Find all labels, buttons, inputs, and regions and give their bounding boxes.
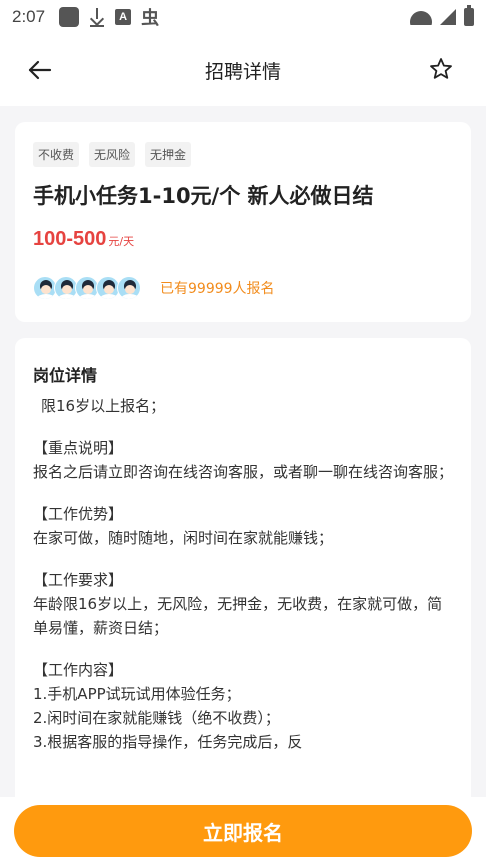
tag-no-fee: 不收费: [33, 142, 80, 167]
status-time: 2:07: [12, 7, 46, 26]
job-title: 手机小任务1-10元/个 新人必做日结: [33, 184, 374, 208]
square-icon: [59, 7, 80, 27]
tag-list: 不收费 无风险 无押金: [33, 142, 192, 167]
status-icons-left: A 虫: [59, 4, 159, 30]
salary: 100-500 元/天: [33, 228, 134, 251]
page-title: 招聘详情: [204, 60, 281, 83]
avatar-group: [33, 276, 141, 300]
tag-no-deposit: 无押金: [145, 142, 192, 167]
detail-advantages: 在家可做，随时随地，闲时间在家就能赚钱；: [33, 529, 334, 547]
salary-value: 100-500: [33, 228, 107, 250]
a-icon: A: [115, 9, 132, 25]
bug-icon: 虫: [141, 8, 160, 29]
applicant-count: 已有99999人报名: [160, 281, 275, 297]
detail-content-item-3: 3.根据客服的指导操作，任务完成后，反: [33, 733, 303, 751]
battery-icon: [464, 5, 474, 26]
apply-button[interactable]: 立即报名: [14, 805, 472, 857]
detail-heading-key-notes: 【重点说明】: [33, 439, 124, 457]
job-detail-card: 岗位详情 限16岁以上报名； 【重点说明】 报名之后请立即咨询在线咨询客服，或者…: [15, 338, 471, 864]
signal-icon: [440, 9, 456, 25]
back-button[interactable]: [26, 58, 54, 82]
detail-key-notes: 报名之后请立即咨询在线咨询客服，或者聊一聊在线咨询客服；: [33, 463, 454, 481]
wifi-icon: [410, 9, 432, 25]
detail-content-item-2: 2.闲时间在家就能赚钱（绝不收费）；: [33, 709, 280, 727]
detail-heading-content: 【工作内容】: [33, 661, 124, 679]
detail-heading-advantages: 【工作优势】: [33, 505, 124, 523]
detail-requirements: 年龄限16岁以上，无风险，无押金，无收费，在家就可做，简单易懂，薪资日结；: [33, 595, 443, 637]
salary-unit: 元/天: [108, 235, 135, 248]
tag-no-risk: 无风险: [89, 142, 136, 167]
detail-body: 限16岁以上报名； 【重点说明】 报名之后请立即咨询在线咨询客服，或者聊一聊在线…: [33, 394, 453, 754]
status-bar: 2:07 A 虫: [0, 0, 486, 34]
arrow-left-icon: [28, 60, 52, 80]
avatar: [117, 276, 141, 300]
job-summary-card: 不收费 无风险 无押金 手机小任务1-10元/个 新人必做日结 100-500 …: [15, 122, 471, 322]
header: 招聘详情: [0, 34, 486, 106]
detail-content-item-1: 1.手机APP试玩试用体验任务；: [33, 685, 241, 703]
star-icon: [430, 58, 452, 79]
favorite-button[interactable]: [428, 56, 454, 82]
bottom-bar: 立即报名: [0, 797, 486, 864]
section-heading: 岗位详情: [33, 366, 98, 385]
applicants-row: 已有99999人报名: [33, 276, 275, 300]
download-icon: [89, 7, 105, 27]
detail-heading-requirements: 【工作要求】: [33, 571, 124, 589]
detail-age-requirement: 限16岁以上报名；: [41, 397, 166, 415]
status-icons-right: [410, 5, 474, 26]
